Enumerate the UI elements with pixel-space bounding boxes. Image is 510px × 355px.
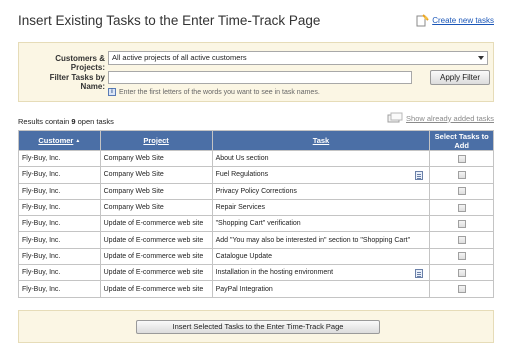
select-task-checkbox[interactable] [457,285,466,294]
task-cell: Fuel Regulations [211,166,431,184]
task-name: Fuel Regulations [215,171,269,179]
project-cell: Company Web Site [99,198,213,217]
task-name: Repair Services [215,204,265,212]
footer-panel: Insert Selected Tasks to the Enter Time-… [18,310,494,343]
dropdown-arrow-icon[interactable] [478,56,484,60]
results-suffix: open tasks [75,117,114,126]
select-task-checkbox[interactable] [457,170,466,179]
select-column-header: Select Tasks to Add [429,130,494,151]
project-cell: Update of E-commerce web site [99,280,213,298]
table-row: Fly-Buy, Inc. Update of E-commerce web si… [18,231,494,249]
select-cell [429,231,494,249]
select-task-checkbox[interactable] [457,252,466,261]
project-sort-link[interactable]: Project [143,136,168,145]
customer-column-header[interactable]: Customer ▲ [18,130,101,151]
show-added-tasks-label[interactable]: Show already added tasks [406,114,494,123]
customer-cell: Fly-Buy, Inc. [18,280,101,298]
task-name: Add "You may also be interested in" sect… [215,236,411,244]
customer-cell: Fly-Buy, Inc. [18,264,101,282]
select-task-checkbox[interactable] [457,187,466,196]
task-name: "Shopping Cart" verification [215,220,301,228]
task-sort-link[interactable]: Task [313,136,330,145]
filter-hint: i Enter the first letters of the words y… [108,88,320,96]
customer-cell: Fly-Buy, Inc. [18,198,101,217]
results-summary: Results contain 9 open tasks [18,117,114,126]
show-tasks-icon [387,112,403,123]
table-row: Fly-Buy, Inc. Company Web Site Privacy Pol… [18,182,494,200]
task-cell: Catalogue Update [211,247,431,266]
project-cell: Update of E-commerce web site [99,247,213,266]
create-task-icon [416,14,429,27]
table-header-row: Customer ▲ Project Task Select Tasks to A… [18,130,494,151]
select-task-checkbox[interactable] [457,219,466,228]
select-cell [429,280,494,298]
info-icon: i [108,88,116,96]
filter-name-input[interactable] [108,71,412,84]
create-new-tasks-link[interactable]: Create new tasks [416,14,494,27]
task-cell: Repair Services [211,198,431,217]
customer-sort-link[interactable]: Customer [38,136,73,145]
apply-filter-button[interactable]: Apply Filter [430,70,490,85]
task-cell: Installation in the hosting environment [211,264,431,282]
select-cell [429,264,494,282]
select-cell [429,166,494,184]
select-cell [429,198,494,217]
task-name: PayPal Integration [215,285,273,293]
task-note-icon[interactable] [415,269,424,279]
customer-cell: Fly-Buy, Inc. [18,166,101,184]
select-task-checkbox[interactable] [457,268,466,277]
page-title: Insert Existing Tasks to the Enter Time-… [18,13,321,28]
project-cell: Update of E-commerce web site [99,231,213,249]
customers-projects-select[interactable]: All active projects of all active custom… [108,51,488,65]
customer-cell: Fly-Buy, Inc. [18,182,101,200]
customer-cell: Fly-Buy, Inc. [18,215,101,233]
customers-projects-label: Customers & Projects: [55,54,105,72]
select-task-checkbox[interactable] [457,236,466,245]
filter-hint-text: Enter the first letters of the words you… [119,88,320,96]
task-name: Installation in the hosting environment [215,269,334,277]
show-added-tasks-link[interactable]: Show already added tasks [387,112,494,124]
tasks-table: Customer ▲ Project Task Select Tasks to A… [18,130,494,298]
select-task-checkbox[interactable] [457,154,466,163]
filter-name-label: Filter Tasks by Name: [49,73,105,91]
table-row: Fly-Buy, Inc. Company Web Site Fuel Regula… [18,166,494,184]
project-cell: Company Web Site [99,149,213,168]
task-cell: About Us section [211,149,431,168]
customer-cell: Fly-Buy, Inc. [18,231,101,249]
project-cell: Company Web Site [99,182,213,200]
select-cell [429,215,494,233]
task-name: About Us section [215,155,269,163]
task-cell: "Shopping Cart" verification [211,215,431,233]
project-cell: Company Web Site [99,166,213,184]
select-cell [429,182,494,200]
create-new-tasks-label[interactable]: Create new tasks [432,16,494,25]
project-column-header[interactable]: Project [99,130,213,151]
select-task-checkbox[interactable] [457,203,466,212]
task-cell: Privacy Policy Corrections [211,182,431,200]
results-prefix: Results contain [18,117,72,126]
task-cell: PayPal Integration [211,280,431,298]
project-cell: Update of E-commerce web site [99,215,213,233]
project-cell: Update of E-commerce web site [99,264,213,282]
task-name: Privacy Policy Corrections [215,187,297,195]
task-note-icon[interactable] [415,171,424,181]
table-row: Fly-Buy, Inc. Company Web Site Repair Serv… [18,198,494,217]
table-row: Fly-Buy, Inc. Update of E-commerce web si… [18,264,494,282]
customer-cell: Fly-Buy, Inc. [18,149,101,168]
sort-ascending-icon: ▲ [75,138,81,145]
customers-projects-value: All active projects of all active custom… [112,53,247,62]
filter-panel: Customers & Projects: All active project… [18,42,494,102]
select-cell [429,247,494,266]
table-row: Fly-Buy, Inc. Company Web Site About Us se… [18,149,494,168]
table-row: Fly-Buy, Inc. Update of E-commerce web si… [18,215,494,233]
task-column-header[interactable]: Task [211,130,431,151]
table-row: Fly-Buy, Inc. Update of E-commerce web si… [18,280,494,298]
task-name: Catalogue Update [215,252,272,260]
task-cell: Add "You may also be interested in" sect… [211,231,431,249]
table-row: Fly-Buy, Inc. Update of E-commerce web si… [18,247,494,266]
select-cell [429,149,494,168]
insert-selected-tasks-button[interactable]: Insert Selected Tasks to the Enter Time-… [136,320,380,334]
customer-cell: Fly-Buy, Inc. [18,247,101,266]
